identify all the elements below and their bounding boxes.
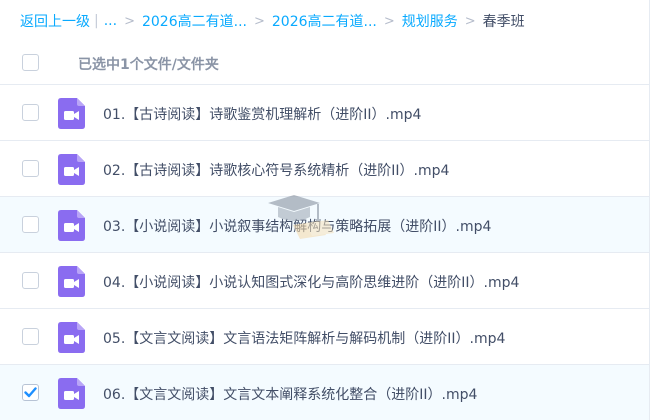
checkmark-icon	[24, 387, 37, 398]
video-file-icon	[58, 378, 85, 409]
breadcrumb-divider: |	[94, 13, 99, 29]
video-file-icon	[58, 154, 85, 185]
file-name[interactable]: 06.【文言文阅读】文言文本阐释系统化整合（进阶II）.mp4	[103, 384, 477, 404]
file-row[interactable]: 01.【古诗阅读】诗歌鉴赏机理解析（进阶II）.mp4	[0, 84, 650, 140]
breadcrumb-ellipsis[interactable]: ...	[104, 13, 117, 29]
video-file-icon	[58, 322, 85, 353]
file-row[interactable]: 02.【古诗阅读】诗歌核心符号系统精析（进阶II）.mp4	[0, 140, 650, 196]
file-checkbox[interactable]	[22, 216, 39, 233]
file-checkbox[interactable]	[22, 160, 39, 177]
video-file-icon	[58, 210, 85, 241]
chevron-right-icon: >	[124, 13, 135, 29]
file-row[interactable]: 03.【小说阅读】小说叙事结构解构与策略拓展（进阶II）.mp4	[0, 196, 650, 252]
selection-count-label: 已选中1个文件/文件夹	[78, 57, 219, 73]
file-name[interactable]: 01.【古诗阅读】诗歌鉴赏机理解析（进阶II）.mp4	[103, 104, 421, 124]
breadcrumb-item[interactable]: 规划服务	[402, 11, 458, 31]
file-name[interactable]: 05.【文言文阅读】文言语法矩阵解析与解码机制（进阶II）.mp4	[103, 328, 505, 348]
breadcrumb-item[interactable]: 2026高二有道...	[272, 11, 377, 31]
file-name[interactable]: 03.【小说阅读】小说叙事结构解构与策略拓展（进阶II）.mp4	[103, 216, 491, 236]
file-checkbox[interactable]	[22, 104, 39, 121]
file-checkbox[interactable]	[22, 328, 39, 345]
list-header: 已选中1个文件/文件夹	[0, 42, 650, 84]
file-row[interactable]: 06.【文言文阅读】文言文本阐释系统化整合（进阶II）.mp4	[0, 364, 650, 420]
file-name[interactable]: 04.【小说阅读】小说认知图式深化与高阶思维进阶（进阶II）.mp4	[103, 272, 519, 292]
breadcrumb-item[interactable]: 2026高二有道...	[142, 11, 247, 31]
breadcrumb: 返回上一级 | ... > 2026高二有道... > 2026高二有道... …	[0, 0, 650, 42]
chevron-right-icon: >	[383, 13, 395, 29]
file-list: 01.【古诗阅读】诗歌鉴赏机理解析（进阶II）.mp4 02.【古诗阅读】诗歌核…	[0, 84, 650, 420]
file-row[interactable]: 04.【小说阅读】小说认知图式深化与高阶思维进阶（进阶II）.mp4	[0, 252, 650, 308]
file-name[interactable]: 02.【古诗阅读】诗歌核心符号系统精析（进阶II）.mp4	[103, 160, 449, 180]
select-all-checkbox[interactable]	[22, 54, 39, 71]
chevron-right-icon: >	[253, 13, 265, 29]
chevron-right-icon: >	[464, 13, 476, 29]
file-checkbox[interactable]	[22, 384, 39, 401]
file-row[interactable]: 05.【文言文阅读】文言语法矩阵解析与解码机制（进阶II）.mp4	[0, 308, 650, 364]
video-file-icon	[58, 266, 85, 297]
back-link[interactable]: 返回上一级	[20, 11, 90, 31]
breadcrumb-current: 春季班	[482, 14, 525, 30]
file-checkbox[interactable]	[22, 272, 39, 289]
video-file-icon	[58, 98, 85, 129]
